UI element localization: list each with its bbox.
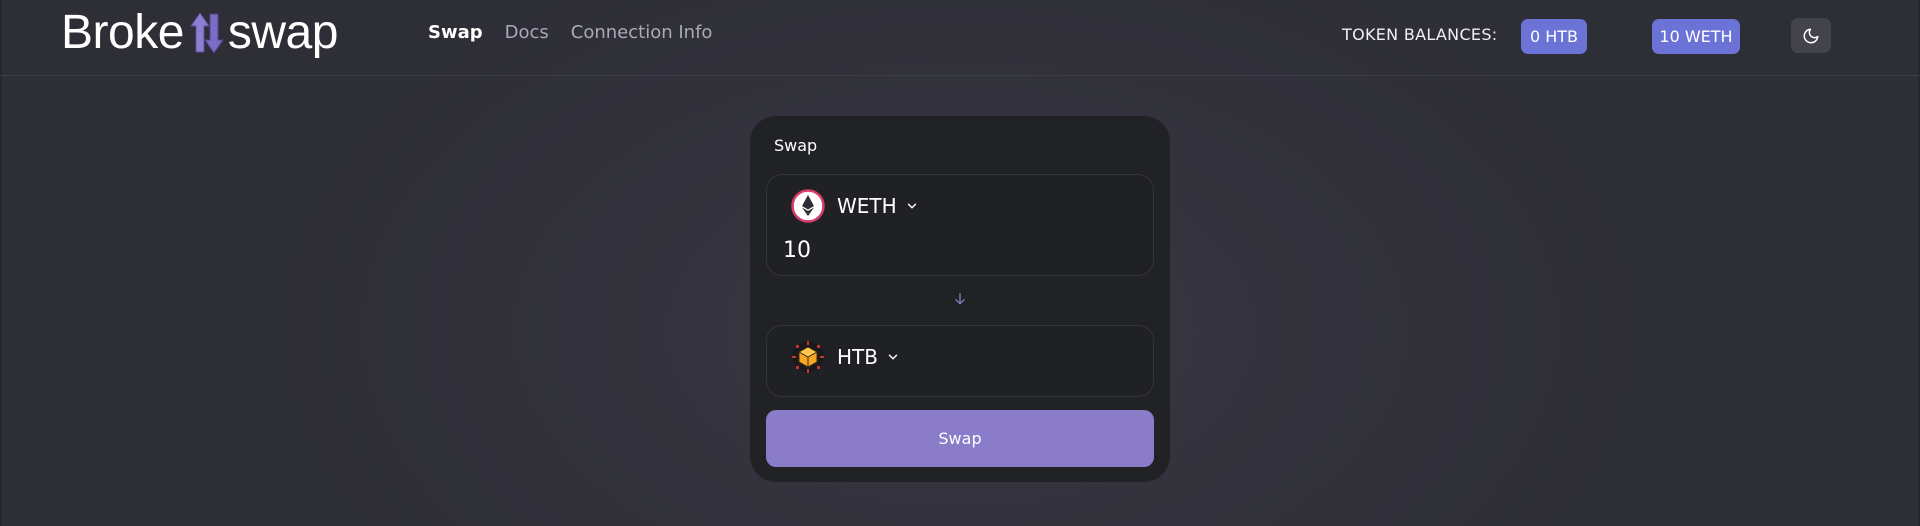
nav-swap-link[interactable]: Swap: [428, 22, 483, 43]
logo-text-right: swap: [227, 6, 339, 59]
swap-arrows-logo-icon: [187, 10, 227, 56]
arrow-down-icon[interactable]: [952, 291, 968, 307]
brokeswap-logo[interactable]: Broke swap: [61, 8, 338, 58]
moon-icon: [1803, 28, 1819, 43]
swap-button[interactable]: Swap: [766, 410, 1154, 467]
main-nav: Swap Docs Connection Info: [428, 22, 712, 43]
swap-card: Swap WETH 10 HTB Swap: [750, 116, 1170, 482]
from-amount-input[interactable]: [783, 235, 1133, 265]
logo-text-left: Broke: [61, 6, 184, 59]
from-token-panel: WETH: [766, 174, 1154, 276]
window-edge-left: [0, 0, 2, 526]
chevron-down-icon: [907, 203, 916, 209]
from-token-label: WETH: [837, 194, 897, 218]
to-token-label: HTB: [837, 345, 878, 369]
top-header: Broke swap Swap Docs Connection Info TOK…: [0, 0, 1920, 76]
from-token-select[interactable]: WETH: [791, 189, 919, 223]
theme-toggle-button[interactable]: [1791, 18, 1831, 53]
token-balances-label: TOKEN BALANCES:: [1342, 25, 1498, 44]
htb-balance-badge: 0 HTB: [1521, 19, 1587, 54]
weth-balance-badge: 10 WETH: [1652, 19, 1740, 54]
chevron-down-icon: [888, 354, 898, 360]
to-token-select[interactable]: HTB: [791, 340, 900, 374]
nav-connection-info-link[interactable]: Connection Info: [571, 22, 713, 43]
nav-docs-link[interactable]: Docs: [505, 22, 549, 43]
htb-cube-icon: [792, 341, 824, 373]
card-title: Swap: [774, 136, 818, 155]
ethereum-icon: [791, 189, 825, 223]
to-token-panel: HTB: [766, 325, 1154, 397]
